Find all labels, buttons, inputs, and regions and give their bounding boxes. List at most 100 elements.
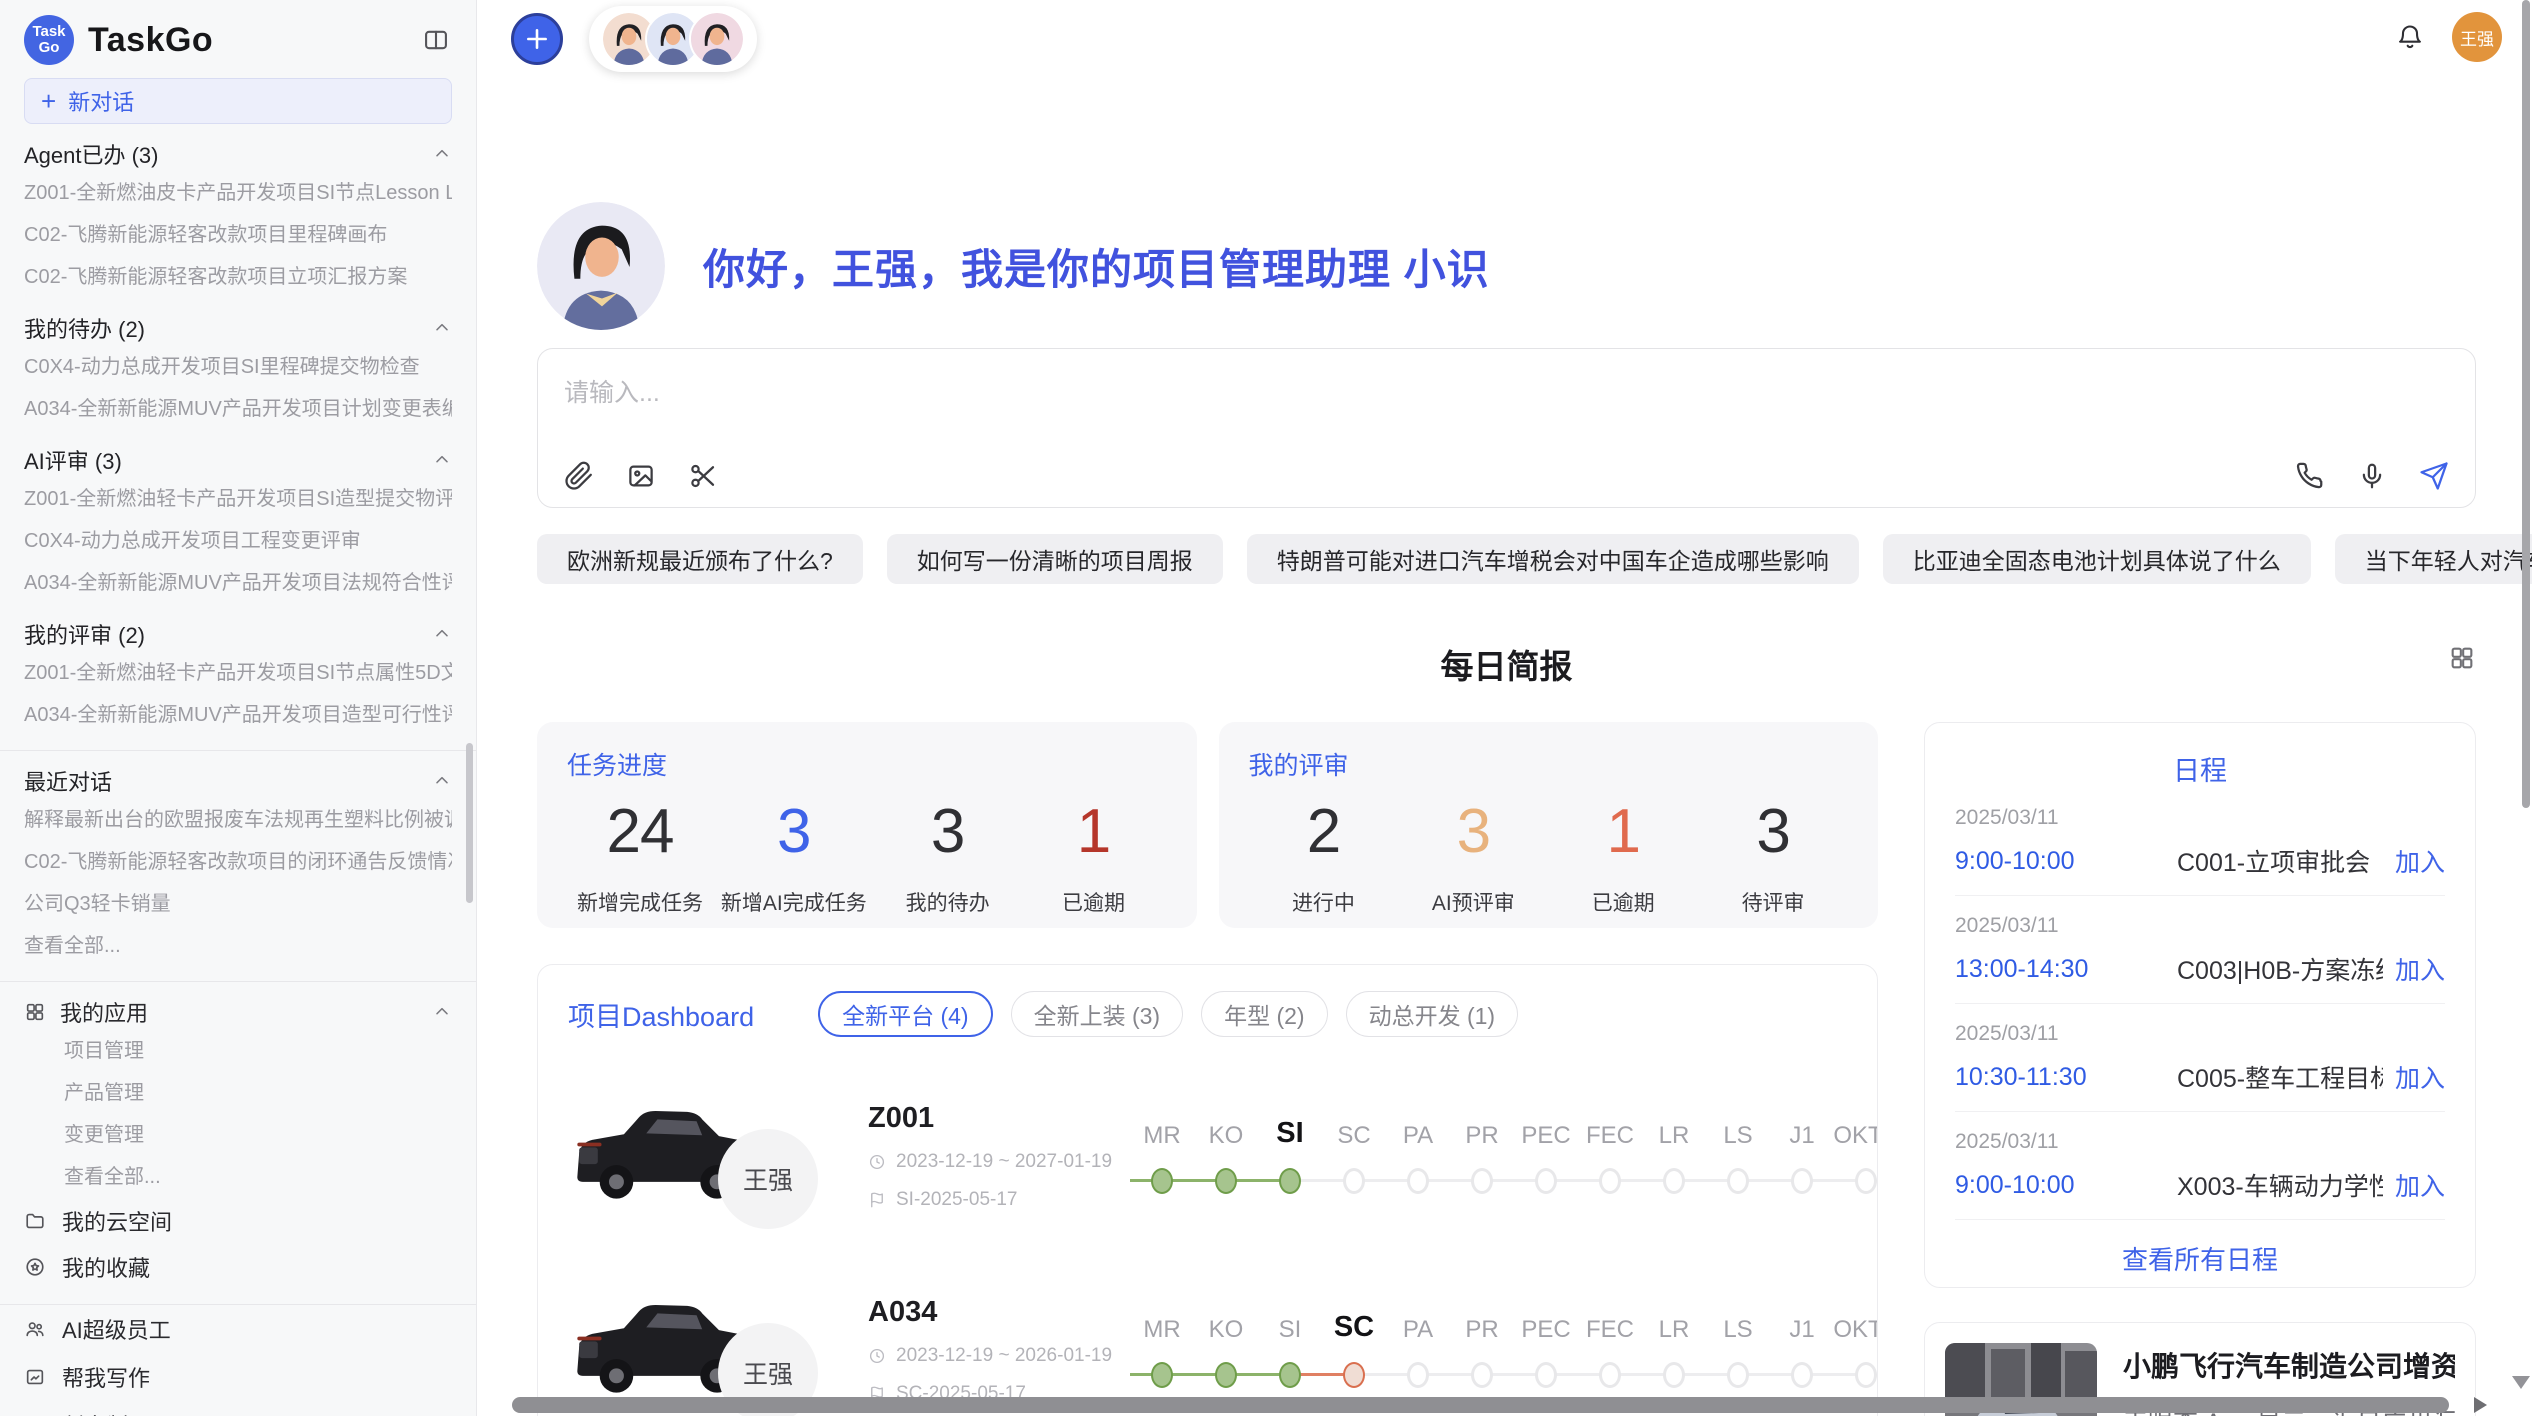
sidebar-app-subitem[interactable]: 变更管理	[24, 1114, 452, 1156]
sidebar-section-header[interactable]: Agent已办 (3)	[24, 136, 452, 172]
chevron-up-icon[interactable]	[432, 450, 452, 470]
scroll-right-arrow[interactable]	[2474, 1397, 2487, 1413]
suggestion-chip[interactable]: 欧洲新规最近颁布了什么?	[537, 534, 863, 584]
schedule-title: 日程	[1955, 749, 2445, 788]
composer[interactable]: 请输入...	[537, 348, 2476, 508]
phone-icon[interactable]	[2295, 461, 2325, 491]
milestone-label: SI	[1279, 1302, 1302, 1344]
sidebar-item-write[interactable]: 帮我写作	[24, 1353, 452, 1401]
briefing-card-title: 任务进度	[567, 746, 1167, 782]
sidebar-app-subitem[interactable]: 查看全部...	[24, 1156, 452, 1198]
sidebar-section-header[interactable]: 最近对话	[24, 763, 452, 799]
logo-row: Task Go TaskGo	[24, 14, 452, 66]
sidebar-app-subitem[interactable]: 产品管理	[24, 1072, 452, 1114]
vertical-scrollbar-thumb[interactable]	[2522, 0, 2530, 808]
milestone: J1	[1770, 1108, 1834, 1204]
app-title: TaskGo	[88, 21, 213, 60]
sidebar-section-label: Agent已办 (3)	[24, 138, 159, 170]
milestone: SI	[1258, 1302, 1322, 1398]
avatar[interactable]	[689, 11, 745, 67]
event-title: C001-立项审批会	[2177, 843, 2383, 879]
sidebar-item[interactable]: C02-飞腾新能源轻客改款项目的闭环通告反馈情况	[24, 841, 452, 883]
suggestion-chip[interactable]: 当下年轻人对汽车外观有怎样的喜好趋势	[2335, 534, 2532, 584]
flag-icon	[868, 1191, 886, 1209]
chevron-up-icon[interactable]	[432, 624, 452, 644]
user-avatar[interactable]: 王强	[2452, 12, 2502, 62]
event-join-button[interactable]: 加入	[2395, 1167, 2445, 1203]
event-join-button[interactable]: 加入	[2395, 843, 2445, 879]
sidebar-item-feather[interactable]: 创意制图	[24, 1401, 452, 1416]
milestone: SI	[1258, 1108, 1322, 1204]
attachment-icon[interactable]	[564, 461, 594, 491]
scissors-icon[interactable]	[688, 461, 718, 491]
sidebar-item[interactable]: 查看全部...	[24, 925, 452, 967]
sidebar-item[interactable]: A034-全新新能源MUV产品开发项目造型可行性评审	[24, 694, 452, 736]
sidebar-section-header[interactable]: 我的待办 (2)	[24, 310, 452, 346]
clock-icon	[868, 1153, 886, 1171]
sidebar-item[interactable]: Z001-全新燃油轻卡产品开发项目SI造型提交物评审	[24, 478, 452, 520]
chevron-up-icon[interactable]	[432, 1002, 452, 1022]
project-code[interactable]: A034	[868, 1296, 1130, 1329]
bell-icon[interactable]	[2396, 23, 2424, 51]
stat: 3 待评审	[1708, 796, 1838, 917]
milestone: SC	[1322, 1108, 1386, 1204]
sidebar-item[interactable]: A034-全新新能源MUV产品开发项目法规符合性评审	[24, 562, 452, 604]
milestone: PR	[1450, 1108, 1514, 1204]
event-date: 2025/03/11	[1955, 1022, 2445, 1046]
sidebar-section-header[interactable]: AI评审 (3)	[24, 442, 452, 478]
sidebar-item-label: 帮我写作	[62, 1361, 150, 1393]
microphone-icon[interactable]	[2357, 461, 2387, 491]
milestone-label: J1	[1789, 1302, 1814, 1344]
milestone-label: PR	[1465, 1302, 1498, 1344]
sidebar-item-folder[interactable]: 我的云空间	[24, 1198, 452, 1244]
sidebar-collapse-button[interactable]	[422, 26, 450, 59]
send-icon[interactable]	[2419, 461, 2449, 491]
sidebar-item[interactable]: C02-飞腾新能源轻客改款项目里程碑画布	[24, 214, 452, 256]
milestone-label: LR	[1659, 1108, 1690, 1150]
milestone-label: PA	[1403, 1302, 1433, 1344]
new-session-button[interactable]	[511, 13, 563, 65]
filter-pill[interactable]: 年型 (2)	[1201, 991, 1328, 1037]
milestone-label: FEC	[1586, 1302, 1634, 1344]
suggestion-chip[interactable]: 特朗普可能对进口汽车增税会对中国车企造成哪些影响	[1247, 534, 1859, 584]
sidebar-item[interactable]: Z001-全新燃油轻卡产品开发项目SI节点属性5D文件评审	[24, 652, 452, 694]
filter-pill[interactable]: 全新上装 (3)	[1011, 991, 1184, 1037]
chevron-up-icon[interactable]	[432, 771, 452, 791]
milestone: LS	[1706, 1302, 1770, 1398]
project-flag: SI-2025-05-17	[896, 1189, 1017, 1211]
milestone-label: PEC	[1521, 1302, 1570, 1344]
suggestion-chip[interactable]: 如何写一份清晰的项目周报	[887, 534, 1223, 584]
sidebar-item[interactable]: 公司Q3轻卡销量	[24, 883, 452, 925]
scroll-down-arrow[interactable]	[2512, 1376, 2530, 1389]
sidebar-apps-header[interactable]: 我的应用	[24, 994, 452, 1030]
event-join-button[interactable]: 加入	[2395, 951, 2445, 987]
sidebar-item[interactable]: C02-飞腾新能源轻客改款项目立项汇报方案	[24, 256, 452, 298]
sidebar-item[interactable]: 解释最新出台的欧盟报废车法规再生塑料比例被调至15%...	[24, 799, 452, 841]
sidebar-scrollbar-thumb[interactable]	[466, 743, 473, 903]
project-code[interactable]: Z001	[868, 1102, 1130, 1135]
sidebar-item[interactable]: C0X4-动力总成开发项目工程变更评审	[24, 520, 452, 562]
sidebar-item[interactable]: C0X4-动力总成开发项目SI里程碑提交物检查	[24, 346, 452, 388]
filter-pill[interactable]: 动总开发 (1)	[1346, 991, 1519, 1037]
event-time: 10:30-11:30	[1955, 1063, 2177, 1092]
horizontal-scrollbar-thumb[interactable]	[512, 1397, 2449, 1413]
suggestion-chip[interactable]: 比亚迪全固态电池计划具体说了什么	[1883, 534, 2311, 584]
view-all-schedule-link[interactable]: 查看所有日程	[1955, 1220, 2445, 1288]
sidebar-item[interactable]: A034-全新新能源MUV产品开发项目计划变更表编写	[24, 388, 452, 430]
sidebar-app-subitem[interactable]: 项目管理	[24, 1030, 452, 1072]
stat-label: 新增AI完成任务	[721, 887, 867, 917]
sidebar-item-people[interactable]: AI超级员工	[24, 1305, 452, 1353]
project-date-range: 2023-12-19 ~ 2026-01-19	[896, 1345, 1112, 1367]
image-icon[interactable]	[626, 461, 656, 491]
new-chat-button[interactable]: + 新对话	[24, 78, 452, 124]
sidebar-section-header[interactable]: 我的评审 (2)	[24, 616, 452, 652]
filter-pill[interactable]: 全新平台 (4)	[818, 991, 993, 1037]
event-join-button[interactable]: 加入	[2395, 1059, 2445, 1095]
sidebar-item[interactable]: Z001-全新燃油皮卡产品开发项目SI节点Lesson Learn报告	[24, 172, 452, 214]
sidebar-item-star[interactable]: 我的收藏	[24, 1244, 452, 1290]
project-row: 王强 Z001 2023-12-19 ~ 2027-01-19 SI-2025-…	[568, 1081, 1847, 1231]
chevron-up-icon[interactable]	[432, 318, 452, 338]
layout-toggle-button[interactable]	[2448, 644, 2476, 677]
chevron-up-icon[interactable]	[432, 144, 452, 164]
grid-icon	[24, 1001, 46, 1023]
